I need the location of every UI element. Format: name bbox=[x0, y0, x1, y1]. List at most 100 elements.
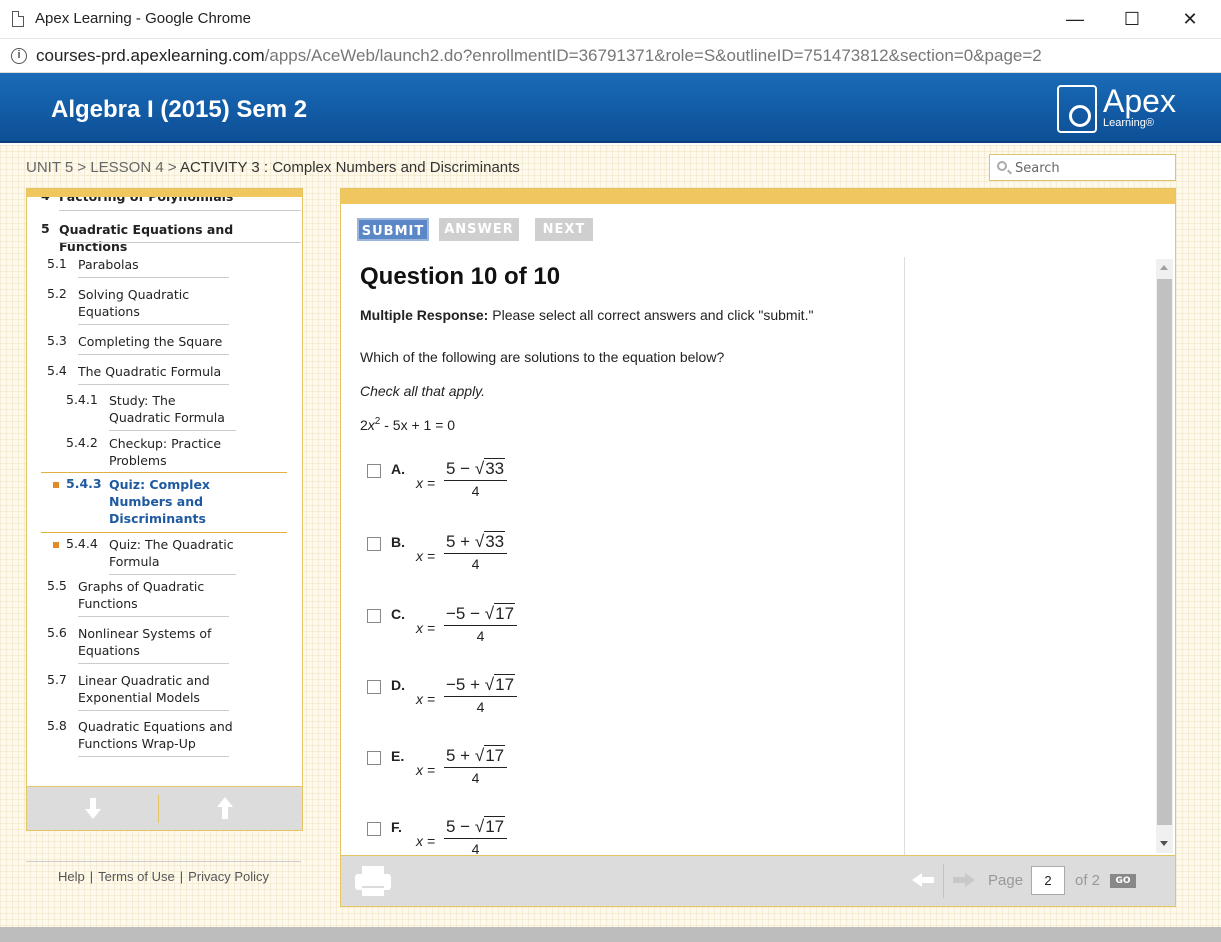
outline-list[interactable]: 4 Factoring of Polynomials 5 Quadratic E… bbox=[27, 189, 302, 786]
radical-sign: √ bbox=[484, 604, 495, 623]
scroll-down-arrow-icon[interactable] bbox=[1160, 841, 1168, 846]
help-link[interactable]: Help bbox=[58, 869, 85, 884]
minimize-button[interactable]: — bbox=[1046, 0, 1104, 39]
denominator: 4 bbox=[471, 841, 480, 855]
sidebar-item-label: Quiz: Complex Numbers and Discriminants bbox=[109, 477, 210, 526]
item-number: 5.4.3 bbox=[66, 476, 102, 491]
url-path: /apps/AceWeb/launch2.do?enrollmentID=367… bbox=[264, 46, 1042, 65]
url-text[interactable]: courses-prd.apexlearning.com/apps/AceWeb… bbox=[36, 46, 1042, 66]
scroll-up-arrow-icon[interactable] bbox=[1160, 265, 1168, 270]
privacy-link[interactable]: Privacy Policy bbox=[188, 869, 269, 884]
question-panel: Question 10 of 10 Multiple Response: Ple… bbox=[341, 257, 1175, 855]
item-number: 5.1 bbox=[47, 256, 67, 271]
divider bbox=[109, 574, 236, 575]
option-fraction: −5 − √17 4 bbox=[444, 603, 518, 644]
course-outline-sidebar: 4 Factoring of Polynomials 5 Quadratic E… bbox=[26, 188, 303, 831]
window-bottom-strip bbox=[0, 927, 1221, 942]
down-arrow-icon-head bbox=[85, 809, 101, 819]
sidebar-item-label: Graphs of Quadratic Functions bbox=[78, 579, 205, 611]
search-input[interactable] bbox=[1015, 159, 1170, 177]
footer-links: Help | Terms of Use | Privacy Policy bbox=[26, 861, 301, 884]
next-button[interactable]: NEXT bbox=[535, 218, 593, 241]
question-title: Question 10 of 10 bbox=[360, 263, 561, 290]
denominator: 4 bbox=[471, 483, 480, 499]
sidebar-item-label: Quiz: The Quadratic Formula bbox=[109, 537, 234, 569]
answer-option-f[interactable]: F. x = 5 − √17 4 bbox=[367, 816, 567, 855]
up-arrow-icon-shaft bbox=[222, 807, 228, 819]
question-prompt: Which of the following are solutions to … bbox=[360, 349, 725, 365]
option-lhs: x = bbox=[416, 762, 436, 778]
answer-option-a[interactable]: A. x = 5 − √33 4 bbox=[367, 458, 567, 511]
sidebar-item-label: Parabolas bbox=[78, 257, 139, 272]
option-checkbox[interactable] bbox=[367, 751, 381, 765]
page-number-input[interactable]: 2 bbox=[1031, 866, 1065, 895]
eq-coef: 2 bbox=[360, 417, 368, 433]
address-bar[interactable]: i courses-prd.apexlearning.com/apps/AceW… bbox=[0, 39, 1221, 73]
close-button[interactable]: ✕ bbox=[1161, 0, 1219, 39]
numerator-prefix: 5 − bbox=[446, 817, 475, 836]
denominator: 4 bbox=[476, 699, 485, 715]
scrollbar-thumb[interactable] bbox=[1157, 279, 1172, 825]
divider bbox=[78, 384, 229, 385]
next-page-arrow-icon[interactable] bbox=[953, 873, 975, 887]
option-fraction: −5 + √17 4 bbox=[444, 674, 518, 715]
answer-option-b[interactable]: B. x = 5 + √33 4 bbox=[367, 531, 567, 584]
page-label: Page bbox=[988, 872, 1024, 889]
option-lhs: x = bbox=[416, 620, 436, 636]
divider bbox=[59, 210, 301, 211]
search-icon bbox=[997, 161, 1007, 171]
radical-sign: √ bbox=[474, 746, 485, 765]
print-icon[interactable] bbox=[355, 866, 391, 896]
item-number: 5 bbox=[41, 221, 50, 236]
search-box[interactable] bbox=[989, 154, 1176, 181]
go-button[interactable]: GO bbox=[1110, 874, 1136, 888]
radical-sign: √ bbox=[484, 675, 495, 694]
info-icon[interactable]: i bbox=[11, 48, 27, 64]
question-scrollbar[interactable] bbox=[1156, 259, 1173, 853]
option-lhs: x = bbox=[416, 833, 436, 849]
scroll-down-button[interactable] bbox=[27, 787, 157, 831]
item-number: 5.7 bbox=[47, 672, 67, 687]
divider bbox=[109, 430, 236, 431]
logo-sub: Learning® bbox=[1103, 117, 1154, 129]
terms-link[interactable]: Terms of Use bbox=[98, 869, 175, 884]
answer-option-d[interactable]: D. x = −5 + √17 4 bbox=[367, 674, 567, 727]
maximize-button[interactable]: ☐ bbox=[1103, 0, 1161, 39]
radicand: 33 bbox=[484, 458, 506, 478]
option-checkbox[interactable] bbox=[367, 680, 381, 694]
option-letter: B. bbox=[391, 534, 405, 550]
numerator-prefix: −5 − bbox=[446, 604, 485, 623]
eq-rest: - 5x + 1 = 0 bbox=[380, 417, 456, 433]
active-divider-bottom bbox=[41, 532, 287, 533]
arrow-shaft bbox=[922, 877, 934, 883]
denominator: 4 bbox=[476, 628, 485, 644]
breadcrumb-trail[interactable]: UNIT 5 > LESSON 4 > bbox=[26, 159, 180, 176]
previous-page-arrow-icon[interactable] bbox=[912, 873, 934, 887]
separator: | bbox=[179, 869, 184, 884]
option-checkbox[interactable] bbox=[367, 537, 381, 551]
breadcrumb-current: ACTIVITY 3 : Complex Numbers and Discrim… bbox=[179, 159, 520, 176]
submit-button[interactable]: SUBMIT bbox=[357, 218, 429, 241]
answer-option-c[interactable]: C. x = −5 − √17 4 bbox=[367, 603, 567, 656]
divider bbox=[78, 616, 229, 617]
separator: | bbox=[89, 869, 94, 884]
option-checkbox[interactable] bbox=[367, 464, 381, 478]
radical-sign: √ bbox=[474, 817, 485, 836]
breadcrumb: UNIT 5 > LESSON 4 > ACTIVITY 3 : Complex… bbox=[26, 159, 520, 176]
answer-option-e[interactable]: E. x = 5 + √17 4 bbox=[367, 745, 567, 798]
active-divider-top bbox=[41, 472, 287, 473]
item-number: 5.4.4 bbox=[66, 536, 98, 551]
divider bbox=[78, 324, 229, 325]
page-icon bbox=[12, 11, 24, 27]
denominator: 4 bbox=[471, 770, 480, 786]
print-icon-paper bbox=[362, 866, 384, 874]
browser-title-bar: Apex Learning - Google Chrome — ☐ ✕ bbox=[0, 0, 1221, 39]
option-checkbox[interactable] bbox=[367, 609, 381, 623]
sidebar-item-label: Linear Quadratic and Exponential Models bbox=[78, 673, 210, 705]
scroll-up-button[interactable] bbox=[159, 787, 289, 831]
radical-sign: √ bbox=[474, 459, 485, 478]
eq-var: x bbox=[367, 417, 375, 433]
divider bbox=[59, 242, 301, 243]
option-checkbox[interactable] bbox=[367, 822, 381, 836]
answer-button[interactable]: ANSWER bbox=[439, 218, 519, 241]
